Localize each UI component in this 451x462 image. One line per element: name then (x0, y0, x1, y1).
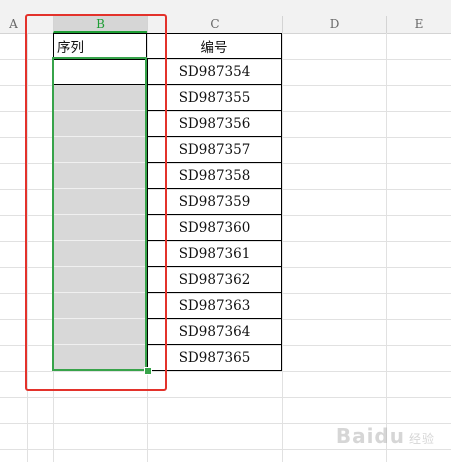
cell-c-5[interactable]: SD987357 (147, 137, 282, 163)
cell-c-2[interactable]: SD987354 (147, 59, 282, 85)
cell-b-4[interactable] (53, 111, 147, 137)
cell-b-6[interactable] (53, 163, 147, 189)
cell-c-6[interactable]: SD987358 (147, 163, 282, 189)
column-header-c[interactable]: C (147, 16, 282, 33)
column-header-e[interactable]: E (386, 16, 451, 33)
gridline-horizontal (0, 397, 451, 398)
cell-b-11[interactable] (53, 293, 147, 319)
cell-b-10[interactable] (53, 267, 147, 293)
cell-c-13[interactable]: SD987365 (147, 345, 282, 371)
cell-b1-header[interactable]: 序列 (53, 33, 147, 59)
column-header-a[interactable]: A (0, 16, 27, 33)
cell-b-3[interactable] (53, 85, 147, 111)
cell-b-7[interactable] (53, 189, 147, 215)
gridline-horizontal (0, 449, 451, 450)
cell-b-2[interactable] (53, 59, 147, 85)
cell-b-12[interactable] (53, 319, 147, 345)
cell-c-3[interactable]: SD987355 (147, 85, 282, 111)
cell-b-13[interactable] (53, 345, 147, 371)
cell-c1-header[interactable]: 编号 (147, 33, 282, 59)
cell-b-5[interactable] (53, 137, 147, 163)
cell-b-9[interactable] (53, 241, 147, 267)
cell-b-8[interactable] (53, 215, 147, 241)
cell-c-8[interactable]: SD987360 (147, 215, 282, 241)
column-header-d[interactable]: D (282, 16, 386, 33)
column-header-b[interactable]: B (53, 16, 147, 33)
cell-c-9[interactable]: SD987361 (147, 241, 282, 267)
cell-c-12[interactable]: SD987364 (147, 319, 282, 345)
cell-c-11[interactable]: SD987363 (147, 293, 282, 319)
cell-c-7[interactable]: SD987359 (147, 189, 282, 215)
cell-c-10[interactable]: SD987362 (147, 267, 282, 293)
gridline-horizontal (0, 371, 451, 372)
spreadsheet[interactable]: A B C D E 序列 编号 SD987354 SD987355 SD987356… (0, 0, 451, 462)
cell-c-4[interactable]: SD987356 (147, 111, 282, 137)
watermark: Baidu 经验 (335, 424, 435, 448)
fill-handle[interactable] (144, 367, 152, 375)
